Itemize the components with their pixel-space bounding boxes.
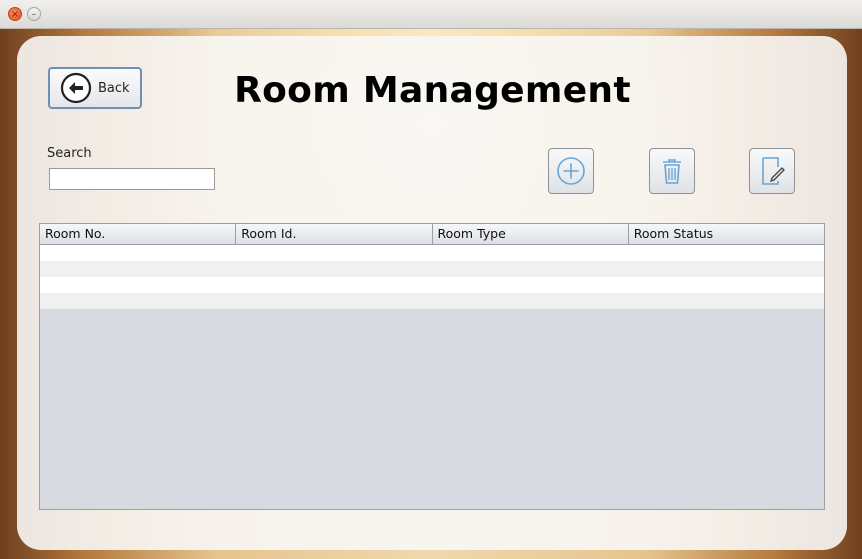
arrow-left-circle-icon	[60, 72, 92, 104]
add-room-button[interactable]	[548, 148, 594, 194]
column-header-room-status[interactable]: Room Status	[629, 224, 824, 244]
window-close-button[interactable]: ×	[8, 7, 22, 21]
search-label: Search	[47, 146, 92, 161]
column-header-room-type[interactable]: Room Type	[433, 224, 629, 244]
delete-room-button[interactable]	[649, 148, 695, 194]
table-row[interactable]	[40, 245, 824, 261]
window-titlebar: × –	[0, 0, 862, 29]
plus-circle-icon	[557, 157, 585, 185]
trash-icon	[663, 159, 681, 184]
rooms-table[interactable]: Room No. Room Id. Room Type Room Status	[39, 223, 825, 510]
page-title: Room Management	[234, 70, 631, 111]
table-row[interactable]	[40, 261, 824, 277]
table-row[interactable]	[40, 293, 824, 309]
window-minimize-button[interactable]: –	[27, 7, 41, 21]
back-button-label: Back	[98, 80, 130, 96]
table-header: Room No. Room Id. Room Type Room Status	[40, 224, 824, 245]
search-input[interactable]	[49, 168, 215, 190]
column-header-room-no[interactable]: Room No.	[40, 224, 237, 244]
edit-room-button[interactable]	[749, 148, 795, 194]
column-header-room-id[interactable]: Room Id.	[236, 224, 433, 244]
table-row[interactable]	[40, 277, 824, 293]
edit-document-icon	[762, 157, 785, 185]
back-button[interactable]: Back	[48, 67, 142, 109]
